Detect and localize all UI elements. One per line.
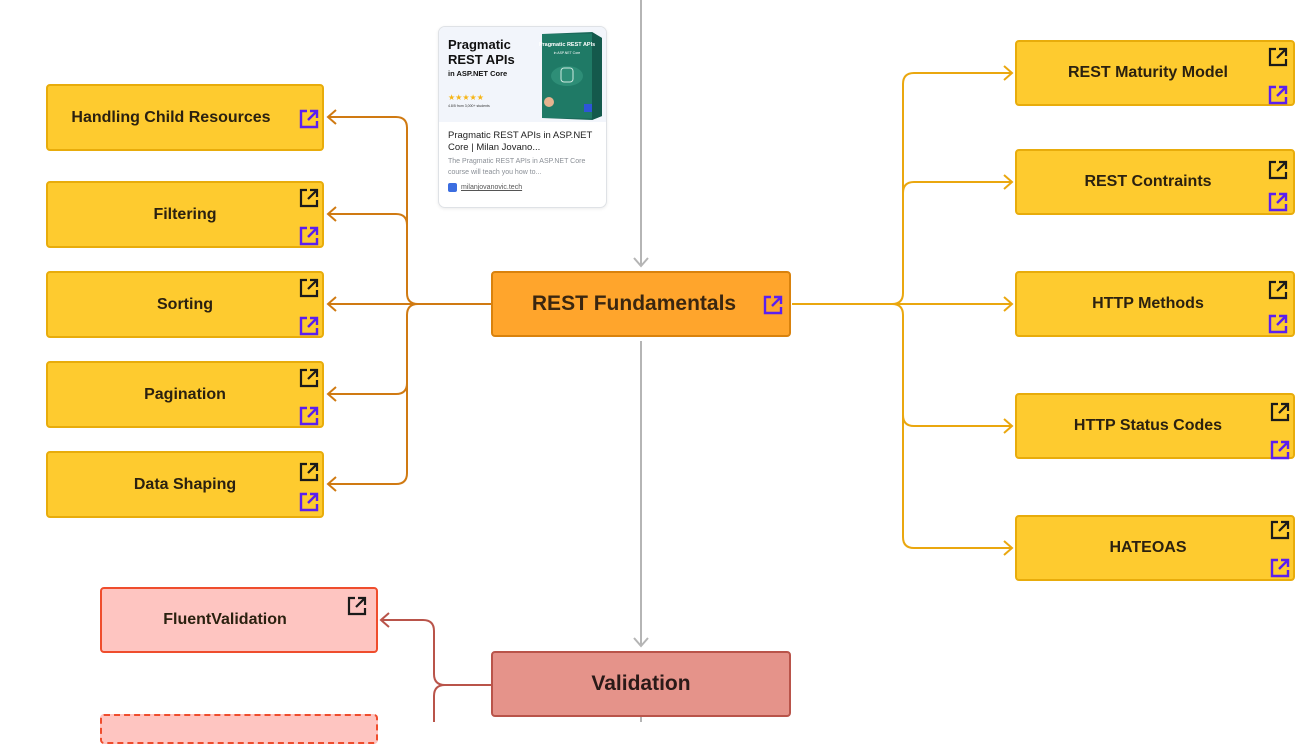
book-subtitle: in ASP.NET Core — [554, 51, 581, 55]
validation-node[interactable]: Validation — [491, 651, 791, 717]
external-link-icon[interactable] — [1267, 84, 1289, 106]
topic-rest-maturity-model[interactable]: REST Maturity Model — [1015, 40, 1295, 106]
external-link-icon[interactable] — [298, 108, 320, 130]
trunk-connector — [633, 0, 649, 722]
link-preview-card[interactable]: Pragmatic REST APIs in ASP.NET Core ★★★★… — [438, 26, 607, 208]
external-link-icon[interactable] — [1269, 557, 1291, 579]
topic-validation-second[interactable] — [100, 714, 378, 744]
external-link-icon[interactable] — [1267, 313, 1289, 335]
right-branch-connectors — [792, 65, 1014, 556]
external-link-icon[interactable] — [298, 405, 320, 427]
book-box-icon: Pragmatic REST APIs in ASP.NET Core — [536, 30, 604, 120]
link-domain[interactable]: milanjovanovic.tech — [448, 183, 597, 192]
external-link-icon[interactable] — [298, 277, 320, 299]
external-link-icon[interactable] — [298, 225, 320, 247]
validation-label: Validation — [591, 672, 691, 695]
external-link-icon[interactable] — [1267, 279, 1289, 301]
link-domain-text[interactable]: milanjovanovic.tech — [461, 184, 522, 191]
topic-fluentvalidation[interactable]: FluentValidation — [100, 587, 378, 653]
topic-label: HTTP Status Codes — [1073, 417, 1223, 434]
topic-http-methods[interactable]: HTTP Methods — [1015, 271, 1295, 337]
site-favicon-icon — [448, 183, 457, 192]
cover-subtitle: in ASP.NET Core — [448, 69, 508, 78]
topic-label: Data Shaping — [133, 475, 237, 493]
external-link-icon[interactable] — [1269, 401, 1291, 423]
rest-fundamentals-label: REST Fundamentals — [531, 292, 737, 315]
cover-title-line2: REST APIs — [448, 52, 515, 67]
cover-title-line1: Pragmatic — [448, 37, 511, 52]
external-link-icon[interactable] — [1269, 439, 1291, 461]
topic-label: Sorting — [157, 295, 213, 313]
topic-data-shaping[interactable]: Data Shaping — [46, 451, 324, 518]
external-link-icon[interactable] — [298, 461, 320, 483]
validation-branch-connectors — [379, 612, 491, 722]
topic-http-status-codes[interactable]: HTTP Status Codes — [1015, 393, 1295, 461]
topic-label: REST Maturity Model — [1067, 64, 1228, 81]
topic-sorting[interactable]: Sorting — [46, 271, 324, 338]
external-link-icon[interactable] — [298, 491, 320, 513]
link-title: Pragmatic REST APIs in ASP.NET Core | Mi… — [448, 130, 593, 153]
topic-label: HTTP Methods — [1092, 295, 1204, 312]
rating-text: 4.8/5 from 3,000+ students — [448, 104, 490, 108]
topic-pagination[interactable]: Pagination — [46, 361, 324, 428]
external-link-icon[interactable] — [298, 367, 320, 389]
course-cover-image: Pragmatic REST APIs in ASP.NET Core ★★★★… — [439, 27, 606, 122]
topic-rest-constraints[interactable]: REST Contraints — [1015, 149, 1295, 215]
link-description: The Pragmatic REST APIs in ASP.NET Core … — [448, 158, 586, 176]
topic-label: Pagination — [144, 385, 226, 403]
topic-label: REST Contraints — [1084, 173, 1212, 190]
external-link-icon[interactable] — [298, 315, 320, 337]
topic-label: Handling Child Resources — [71, 108, 271, 126]
topic-label: FluentValidation — [163, 611, 287, 628]
topic-label: HATEOAS — [1109, 539, 1187, 556]
cover-title: Pragmatic REST APIs — [448, 37, 515, 67]
topic-filtering[interactable]: Filtering — [46, 181, 324, 248]
external-link-icon[interactable] — [1269, 519, 1291, 541]
book-title: Pragmatic REST APIs — [539, 42, 595, 48]
rest-fundamentals-node[interactable]: REST Fundamentals — [491, 271, 791, 337]
external-link-icon[interactable] — [1267, 159, 1289, 181]
topic-handling-child-resources[interactable]: Handling Child Resources — [46, 84, 324, 151]
external-link-icon[interactable] — [346, 595, 368, 617]
external-link-icon[interactable] — [1267, 46, 1289, 68]
topic-label: Filtering — [153, 205, 217, 223]
topic-hateoas[interactable]: HATEOAS — [1015, 515, 1295, 581]
external-link-icon[interactable] — [298, 187, 320, 209]
rating-stars: ★★★★★ — [448, 93, 484, 102]
external-link-icon[interactable] — [1267, 191, 1289, 213]
external-link-icon[interactable] — [762, 294, 784, 316]
